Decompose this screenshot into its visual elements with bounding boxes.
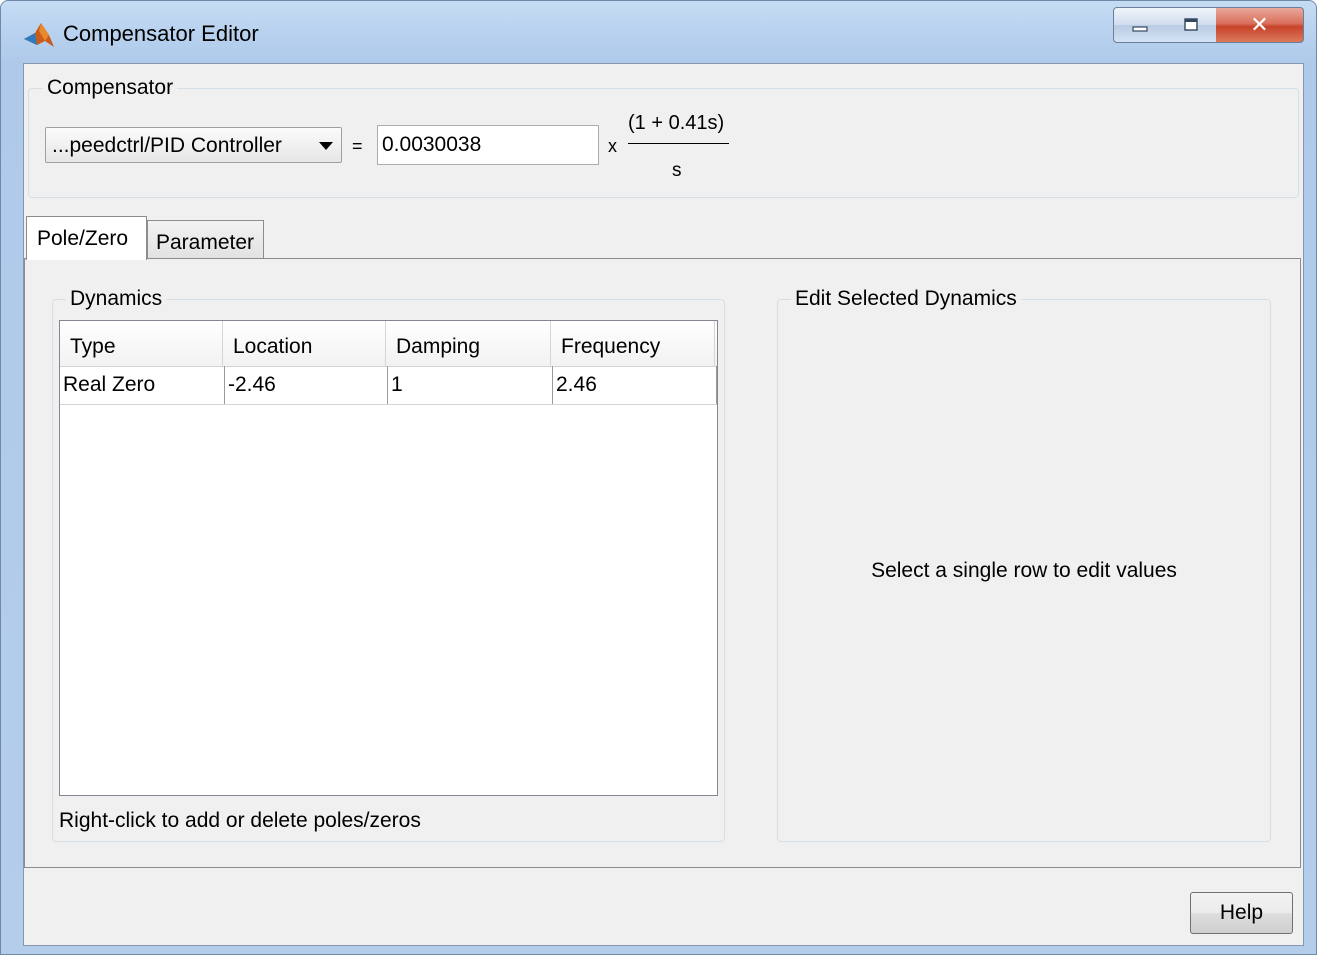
- dynamics-hint: Right-click to add or delete poles/zeros: [59, 809, 421, 832]
- table-row[interactable]: Real Zero -2.46 1 2.46: [60, 366, 717, 405]
- title-bar[interactable]: Compensator Editor ✕: [1, 1, 1317, 63]
- dynamics-group-label: Dynamics: [66, 287, 167, 311]
- column-header-damping[interactable]: Damping: [386, 321, 551, 366]
- maximize-icon: [1183, 18, 1198, 31]
- equals-sign: =: [352, 136, 363, 156]
- times-sign: x: [608, 136, 617, 156]
- column-header-type[interactable]: Type: [60, 321, 223, 366]
- table-header: Type Location Damping Frequency: [60, 321, 717, 367]
- gain-input[interactable]: [377, 125, 599, 165]
- dynamics-table[interactable]: Type Location Damping Frequency Real Zer…: [59, 320, 718, 796]
- cell-frequency[interactable]: 2.46: [553, 366, 717, 404]
- tab-pole-zero-label: Pole/Zero: [37, 227, 129, 250]
- minimize-button[interactable]: [1113, 7, 1166, 43]
- tab-parameter[interactable]: Parameter: [147, 220, 264, 258]
- window-title: Compensator Editor: [63, 21, 259, 46]
- compensator-select[interactable]: ...peedctrl/PID Controller: [45, 127, 342, 163]
- minimize-icon: [1131, 26, 1148, 32]
- chevron-down-icon: [319, 142, 333, 150]
- edit-placeholder-text: Select a single row to edit values: [871, 558, 1177, 582]
- cell-type[interactable]: Real Zero: [60, 366, 225, 404]
- column-header-location[interactable]: Location: [223, 321, 386, 366]
- help-button[interactable]: Help: [1190, 892, 1293, 934]
- cell-damping[interactable]: 1: [388, 366, 553, 404]
- edit-selected-dynamics-group: Edit Selected Dynamics Select a single r…: [777, 287, 1271, 842]
- tab-pole-zero[interactable]: Pole/Zero: [26, 216, 147, 260]
- compensator-select-value: ...peedctrl/PID Controller: [52, 134, 282, 157]
- close-button[interactable]: ✕: [1216, 7, 1304, 43]
- tab-parameter-label: Parameter: [156, 231, 255, 254]
- column-header-frequency[interactable]: Frequency: [551, 321, 715, 366]
- compensator-group-label: Compensator: [43, 76, 178, 100]
- close-icon: ✕: [1250, 12, 1269, 37]
- pole-zero-panel: Dynamics Type Location Damping Frequency…: [24, 258, 1301, 868]
- transfer-function-numerator: (1 + 0.41s): [628, 112, 725, 134]
- maximize-button[interactable]: [1165, 7, 1217, 43]
- matlab-logo-icon: [24, 23, 54, 47]
- compensator-editor-window: Compensator Editor ✕ Compensator ...peed…: [0, 0, 1317, 955]
- transfer-function-denominator: s: [672, 160, 682, 181]
- cell-location[interactable]: -2.46: [225, 366, 388, 404]
- client-area: Compensator ...peedctrl/PID Controller =…: [23, 63, 1304, 946]
- dynamics-group: Dynamics Type Location Damping Frequency…: [52, 287, 725, 842]
- fraction-bar: [628, 143, 729, 144]
